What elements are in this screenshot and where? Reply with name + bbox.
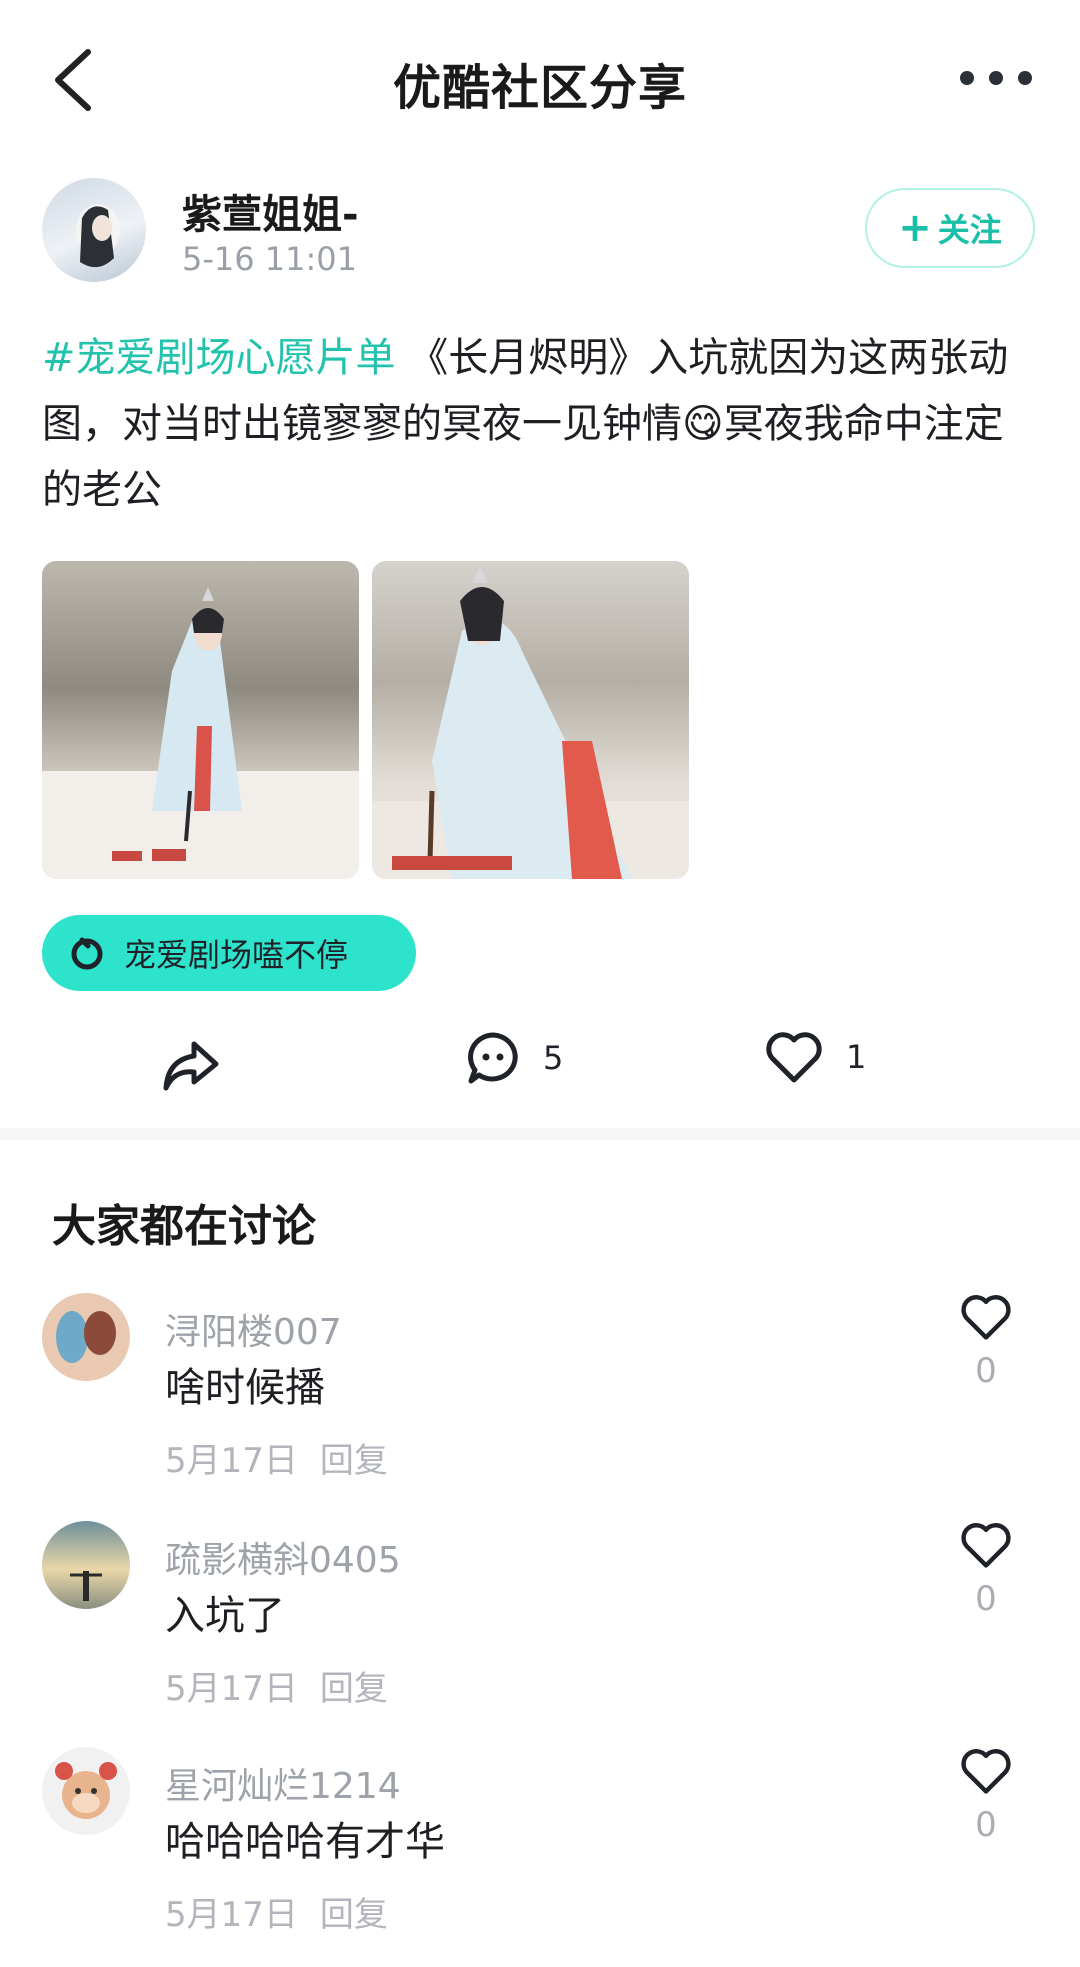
comment-text: 哈哈哈哈有才华 — [165, 1819, 445, 1865]
top-bar: 优酷社区分享 — [0, 0, 1080, 160]
share-button[interactable] — [160, 1038, 220, 1094]
heart-icon — [961, 1295, 1011, 1340]
comment-item: 浔阳楼007 啥时候播 5月17日 回复 0 — [0, 1293, 1080, 1513]
post-image-2[interactable] — [372, 561, 689, 879]
plus-icon: + — [898, 205, 932, 251]
comment-button[interactable]: 5 — [465, 1030, 563, 1086]
comment-like-button[interactable]: 0 — [958, 1747, 1014, 1845]
comment-item: 星河灿烂1214 哈哈哈哈有才华 5月17日 回复 0 — [0, 1747, 1080, 1967]
circle-tag-label: 宠爱剧场嗑不停 — [124, 936, 349, 974]
comment-like-button[interactable]: 0 — [958, 1521, 1014, 1619]
comment-avatar[interactable] — [42, 1521, 130, 1609]
comment-like-count: 0 — [975, 1579, 997, 1619]
comment-username[interactable]: 星河灿烂1214 — [165, 1757, 401, 1809]
like-button[interactable]: 1 — [764, 1030, 866, 1084]
comment-meta: 5月17日 回复 — [165, 1661, 388, 1710]
comment-avatar[interactable] — [42, 1293, 130, 1381]
reply-button[interactable]: 回复 — [320, 1441, 388, 1481]
comment-like-count: 0 — [975, 1351, 997, 1391]
heart-icon — [961, 1523, 1011, 1568]
more-options-icon[interactable] — [960, 70, 1032, 86]
follow-label: 关注 — [937, 211, 1002, 249]
comment-icon — [468, 1032, 518, 1084]
comment-like-count: 0 — [975, 1805, 997, 1845]
topic-link[interactable]: #宠爱剧场心愿片单 — [42, 335, 396, 381]
comment-avatar[interactable] — [42, 1747, 130, 1835]
follow-button[interactable]: + 关注 — [865, 188, 1035, 268]
comment-date: 5月17日 — [165, 1669, 298, 1709]
circle-tag[interactable]: 宠爱剧场嗑不停 — [42, 915, 416, 991]
reply-button[interactable]: 回复 — [320, 1895, 388, 1935]
author-name[interactable]: 紫萱姐姐- — [182, 182, 359, 240]
post-content: #宠爱剧场心愿片单 《长月烬明》入坑就因为这两张动图，对当时出镜寥寥的冥夜一见钟… — [42, 325, 1042, 523]
author-avatar[interactable] — [42, 178, 146, 282]
post-image-1[interactable] — [42, 561, 359, 879]
comment-item: 疏影横斜0405 入坑了 5月17日 回复 0 — [0, 1521, 1080, 1741]
post-time: 5-16 11:01 — [182, 240, 358, 278]
comment-date: 5月17日 — [165, 1895, 298, 1935]
comment-meta: 5月17日 回复 — [165, 1887, 388, 1936]
comment-username[interactable]: 浔阳楼007 — [165, 1303, 342, 1355]
comment-text: 啥时候播 — [165, 1365, 325, 1411]
page-title: 优酷社区分享 — [392, 60, 687, 116]
share-icon — [163, 1041, 219, 1091]
comment-username[interactable]: 疏影横斜0405 — [165, 1531, 401, 1583]
circle-logo-icon — [71, 937, 103, 970]
smile-emoji: 😋 — [682, 401, 724, 447]
section-divider — [0, 1128, 1080, 1140]
like-count: 1 — [846, 1038, 867, 1076]
comment-date: 5月17日 — [165, 1441, 298, 1481]
comment-meta: 5月17日 回复 — [165, 1433, 388, 1482]
heart-icon — [766, 1032, 822, 1083]
heart-icon — [961, 1749, 1011, 1794]
discussion-title: 大家都在讨论 — [52, 1201, 316, 1252]
comment-like-button[interactable]: 0 — [958, 1293, 1014, 1391]
comment-text: 入坑了 — [165, 1593, 285, 1639]
reply-button[interactable]: 回复 — [320, 1669, 388, 1709]
comment-count: 5 — [543, 1039, 564, 1077]
